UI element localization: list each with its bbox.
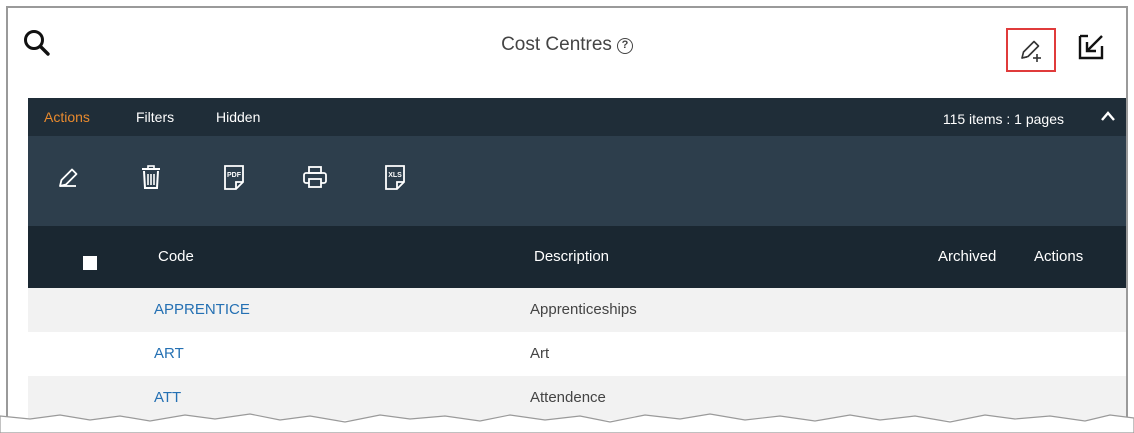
pdf-label: PDF [227, 172, 242, 179]
export-xls-button[interactable]: XLS [380, 162, 410, 192]
column-archived[interactable]: Archived [938, 248, 996, 265]
row-code-link[interactable]: APPRENTICE [154, 301, 250, 318]
panel-tab-bar: Actions Filters Hidden 115 items : 1 pag… [28, 98, 1126, 136]
row-code-link[interactable]: ART [154, 345, 184, 362]
chevron-up-icon[interactable] [1100, 110, 1116, 122]
tab-filters[interactable]: Filters [136, 109, 174, 125]
table-column-header: Code Description Archived Actions [28, 226, 1126, 288]
pencil-icon [59, 168, 78, 187]
column-code[interactable]: Code [158, 248, 194, 265]
xls-label: XLS [388, 172, 402, 179]
select-all-checkbox[interactable] [83, 256, 97, 270]
pagination-summary: 115 items : 1 pages [942, 111, 1064, 127]
export-arrow-icon [1078, 34, 1104, 60]
trash-icon [142, 165, 160, 189]
page-header: Cost Centres? [8, 8, 1126, 84]
page-title-group: Cost Centres? [8, 34, 1126, 56]
app-window: Cost Centres? Actions Filters Hidden 115… [6, 6, 1128, 426]
cost-centre-table: APPRENTICE Apprenticeships ART Art ATT A… [28, 288, 1126, 420]
row-code-link[interactable]: ATT [154, 389, 181, 406]
torn-edge-decoration [0, 413, 1134, 433]
actions-toolbar: PDF XLS [28, 136, 1126, 220]
pencil-plus-icon [1021, 40, 1041, 62]
row-description: Attendence [530, 389, 606, 406]
printer-icon [303, 166, 327, 188]
table-row[interactable]: APPRENTICE Apprenticeships [28, 288, 1126, 332]
print-button[interactable] [300, 162, 330, 192]
page-title: Cost Centres [501, 34, 612, 55]
row-description: Art [530, 345, 550, 362]
add-cost-centre-button[interactable] [1006, 28, 1056, 72]
list-control-panel: Actions Filters Hidden 115 items : 1 pag… [28, 98, 1126, 288]
xls-file-icon: XLS [385, 165, 405, 190]
table-row[interactable]: ART Art [28, 332, 1126, 376]
column-description[interactable]: Description [534, 248, 609, 265]
tab-hidden[interactable]: Hidden [216, 109, 260, 125]
help-icon[interactable]: ? [616, 38, 633, 54]
export-button[interactable] [1074, 30, 1108, 64]
pdf-file-icon: PDF [224, 165, 244, 190]
column-actions: Actions [1034, 248, 1084, 265]
edit-button[interactable] [54, 162, 84, 192]
row-description: Apprenticeships [530, 301, 637, 318]
export-pdf-button[interactable]: PDF [219, 162, 249, 192]
delete-button[interactable] [136, 162, 166, 192]
tab-actions[interactable]: Actions [44, 109, 90, 125]
